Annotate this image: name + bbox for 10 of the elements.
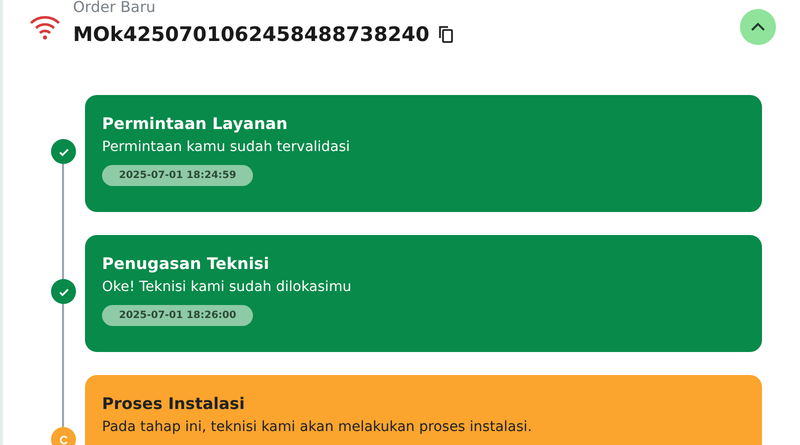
order-number: MOk4250701062458488738240 xyxy=(73,22,430,46)
step-description: Oke! Teknisi kami sudah dilokasimu xyxy=(102,279,352,295)
order-label: Order Baru xyxy=(73,0,156,16)
step-description: Pada tahap ini, teknisi kami akan melakukan proses instalasi. xyxy=(102,419,532,435)
step-description: Permintaan kamu sudah tervalidasi xyxy=(102,139,350,155)
step-title: Proses Instalasi xyxy=(102,394,245,413)
step-title: Penugasan Teknisi xyxy=(102,254,270,273)
step-time: 2025-07-01 18:26:00 xyxy=(102,305,254,326)
step-title: Permintaan Layanan xyxy=(102,114,288,133)
step-time: 2025-07-01 18:24:59 xyxy=(102,165,254,186)
